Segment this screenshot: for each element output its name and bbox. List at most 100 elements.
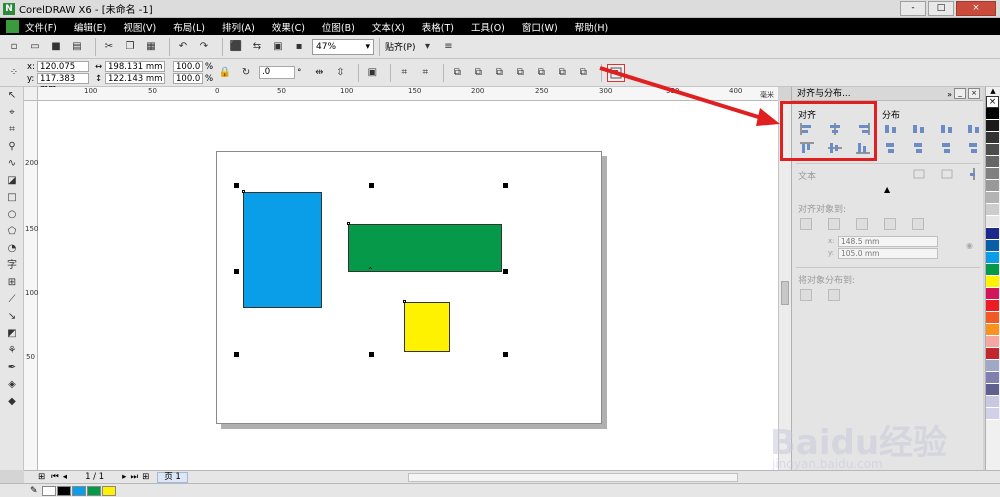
scrollbar-thumb[interactable]: [781, 281, 789, 305]
distribute-page-icon[interactable]: [828, 289, 840, 301]
ungroup-icon[interactable]: ⌗: [396, 65, 412, 81]
align-point-x-field[interactable]: 148.5 mm: [838, 236, 938, 247]
mirror-horizontal-icon[interactable]: ⇹: [311, 65, 327, 81]
palette-swatch[interactable]: ×: [986, 96, 999, 108]
document-palette-swatch[interactable]: [101, 485, 116, 496]
document-icon[interactable]: [6, 20, 19, 33]
shape-node[interactable]: [403, 300, 406, 303]
group-icon[interactable]: ▣: [364, 65, 380, 81]
menu-arrange[interactable]: 排列(A): [222, 20, 255, 34]
connector-tool-icon[interactable]: ↘: [4, 309, 20, 325]
zoom-combo[interactable]: 47% ▾: [312, 38, 374, 55]
document-page[interactable]: ⌃: [216, 151, 602, 424]
distribute-extent-icon[interactable]: [800, 289, 812, 301]
launcher-icon[interactable]: ▪: [291, 39, 307, 55]
object-origin-icon[interactable]: ⁘: [6, 65, 22, 81]
green-rectangle[interactable]: [348, 224, 502, 272]
menu-view[interactable]: 视图(V): [123, 20, 156, 34]
active-objects-icon[interactable]: [800, 218, 812, 230]
selection-handle[interactable]: [234, 269, 239, 274]
distribute-right-icon[interactable]: [940, 123, 954, 135]
palette-swatch[interactable]: [986, 132, 999, 144]
zoom-tool-icon[interactable]: ⚲: [4, 139, 20, 155]
redo-icon[interactable]: ↷: [196, 39, 212, 55]
palette-swatch[interactable]: [986, 108, 999, 120]
docker-close-button[interactable]: ×: [968, 88, 980, 99]
palette-swatch[interactable]: [986, 228, 999, 240]
text-tool-icon[interactable]: 字: [4, 258, 20, 274]
add-page-icon[interactable]: ⊞: [38, 472, 45, 482]
simplify-icon[interactable]: ⧉: [533, 65, 549, 81]
blend-tool-icon[interactable]: ◩: [4, 326, 20, 342]
distribute-top-icon[interactable]: [884, 142, 898, 154]
palette-swatch[interactable]: [986, 372, 999, 384]
save-icon[interactable]: ■: [48, 39, 64, 55]
scale-x-field[interactable]: 100.0: [173, 61, 203, 72]
collapse-icon[interactable]: »: [947, 88, 952, 102]
menu-help[interactable]: 帮助(H): [575, 20, 609, 34]
snap-to-button[interactable]: 贴齐(P): [385, 40, 415, 53]
mirror-vertical-icon[interactable]: ⇳: [332, 65, 348, 81]
export-icon[interactable]: ⇆: [249, 39, 265, 55]
eyedropper-tool-icon[interactable]: ⚘: [4, 343, 20, 359]
distribute-left-icon[interactable]: [884, 123, 898, 135]
close-button[interactable]: ×: [956, 1, 996, 16]
prev-page-icon[interactable]: ◂: [63, 472, 67, 482]
text-last-baseline-icon[interactable]: [940, 168, 954, 180]
menu-text[interactable]: 文本(X): [372, 20, 405, 34]
x-position-field[interactable]: 120.075 mm: [37, 61, 89, 82]
dimension-tool-icon[interactable]: ⟋: [4, 292, 20, 308]
palette-swatch[interactable]: [986, 276, 999, 288]
freehand-tool-icon[interactable]: ∿: [4, 156, 20, 172]
palette-swatch[interactable]: [986, 312, 999, 324]
palette-swatch[interactable]: [986, 204, 999, 216]
selection-handle[interactable]: [369, 352, 374, 357]
drawing-canvas[interactable]: ⌃: [38, 101, 778, 470]
front-minus-back-icon[interactable]: ⧉: [554, 65, 570, 81]
palette-swatch[interactable]: [986, 336, 999, 348]
blue-rectangle[interactable]: [243, 192, 322, 308]
distribute-bottom-icon[interactable]: [940, 142, 954, 154]
distribute-spacing-v-icon[interactable]: [967, 142, 981, 154]
vertical-ruler[interactable]: 200 150 100 50: [24, 101, 38, 470]
interactive-fill-icon[interactable]: ◆: [4, 394, 20, 410]
import-icon[interactable]: ⬛: [228, 39, 244, 55]
palette-scroll-up-icon[interactable]: ▲: [986, 87, 1000, 96]
menu-tools[interactable]: 工具(O): [471, 20, 505, 34]
undo-icon[interactable]: ↶: [175, 39, 191, 55]
palette-swatch[interactable]: [986, 168, 999, 180]
page-center-icon[interactable]: [856, 218, 868, 230]
menu-window[interactable]: 窗口(W): [522, 20, 558, 34]
table-tool-icon[interactable]: ⊞: [4, 275, 20, 291]
combine-icon[interactable]: ⧉: [449, 65, 465, 81]
menu-edit[interactable]: 编辑(E): [74, 20, 106, 34]
palette-swatch[interactable]: [986, 252, 999, 264]
add-page-end-icon[interactable]: ⊞: [142, 472, 149, 482]
tab-page-1[interactable]: 页 1: [157, 471, 188, 483]
intersect-icon[interactable]: ⧉: [512, 65, 528, 81]
smart-fill-icon[interactable]: ◪: [4, 173, 20, 189]
fill-tool-icon[interactable]: ◈: [4, 377, 20, 393]
chevron-down-icon[interactable]: ▾: [419, 39, 435, 55]
palette-swatch[interactable]: [986, 180, 999, 192]
document-palette-swatch[interactable]: [41, 485, 56, 496]
ungroup-all-icon[interactable]: ⌗: [417, 65, 433, 81]
palette-swatch[interactable]: [986, 360, 999, 372]
outline-pen-icon[interactable]: ✒: [4, 360, 20, 376]
y-position-field[interactable]: 117.383 mm: [37, 73, 89, 94]
palette-swatch[interactable]: [986, 324, 999, 336]
selection-handle[interactable]: [369, 183, 374, 188]
cut-icon[interactable]: ✂: [101, 39, 117, 55]
menu-bitmaps[interactable]: 位图(B): [322, 20, 355, 34]
page-edge-icon[interactable]: [828, 218, 840, 230]
distribute-middle-icon[interactable]: [912, 142, 926, 154]
document-palette-swatch[interactable]: [56, 485, 71, 496]
bounding-box-icon[interactable]: [967, 168, 981, 180]
docker-minimize-button[interactable]: _: [954, 88, 966, 99]
palette-swatch[interactable]: [986, 144, 999, 156]
crop-tool-icon[interactable]: ⌗: [4, 122, 20, 138]
pick-tool-icon[interactable]: ↖: [4, 88, 20, 104]
basic-shapes-icon[interactable]: ◔: [4, 241, 20, 257]
specified-point-icon[interactable]: [912, 218, 924, 230]
new-icon[interactable]: ▫: [6, 39, 22, 55]
